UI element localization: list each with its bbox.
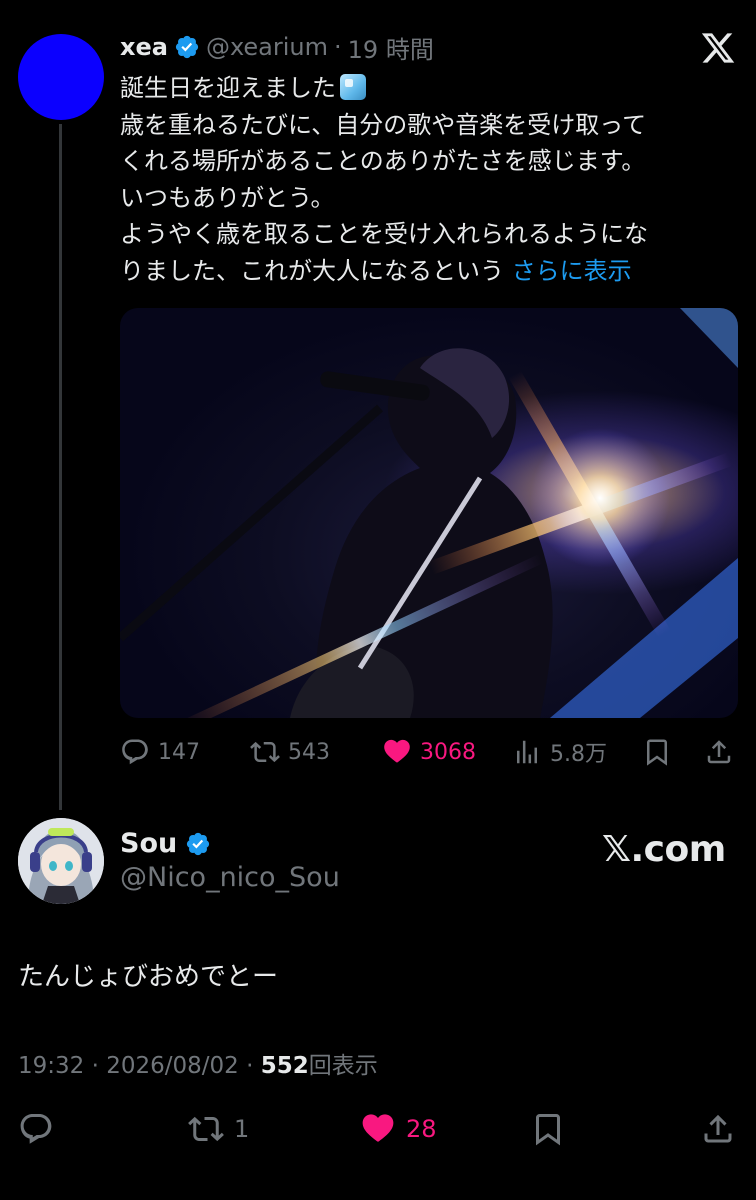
- analytics-icon: [517, 740, 537, 764]
- reply-text: たんじょびおめでとー: [18, 962, 279, 992]
- views-count: 552: [260, 1053, 309, 1079]
- timestamp[interactable]: 19:32: [18, 1053, 84, 1079]
- handle[interactable]: @xearium: [206, 33, 328, 61]
- concert-photo-illustration: [120, 308, 738, 718]
- views-button[interactable]: 5.8万: [512, 735, 607, 769]
- text-line: 誕生日を迎えました: [120, 74, 336, 102]
- x-logo-icon: [701, 33, 735, 63]
- text-line: りました、これが大人になるという: [120, 256, 512, 285]
- text-line: くれる場所があることのありがたさを感じます。: [120, 147, 646, 175]
- bookmark-icon: [536, 1114, 560, 1146]
- tweet-meta: 19:32 · 2026/08/02 · 552回表示: [18, 1046, 378, 1080]
- share-button[interactable]: [700, 1106, 736, 1152]
- verified-badge-icon: [187, 832, 210, 855]
- reply-count: 147: [158, 739, 200, 765]
- ice-cube-emoji-icon: [340, 74, 366, 100]
- handle[interactable]: @Nico_nico_Sou: [120, 862, 340, 893]
- separator: ·: [246, 1053, 254, 1079]
- reply-button[interactable]: 147: [120, 735, 200, 769]
- xcom-watermark: 𝕏.com: [602, 829, 726, 870]
- repost-count: 543: [288, 739, 330, 765]
- share-icon: [704, 1114, 732, 1143]
- avatar[interactable]: [18, 818, 104, 904]
- views-count: 5.8万: [550, 742, 607, 767]
- text-line: ようやく歳を取ることを受け入れられるようにな: [120, 220, 648, 248]
- repost-count: 1: [234, 1115, 250, 1143]
- repost-icon: [250, 741, 280, 763]
- like-button[interactable]: 28: [360, 1106, 437, 1152]
- bookmark-button[interactable]: [642, 735, 672, 769]
- bookmark-button[interactable]: [530, 1106, 566, 1152]
- bookmark-icon: [647, 739, 667, 766]
- share-icon: [707, 740, 731, 764]
- views-label: 回表示: [308, 1053, 378, 1079]
- tweet-photo[interactable]: [120, 308, 738, 718]
- repost-icon: [188, 1116, 224, 1142]
- show-more-link[interactable]: さらに表示: [512, 257, 632, 285]
- like-count: 3068: [420, 739, 476, 765]
- date[interactable]: 2026/08/02: [106, 1053, 239, 1079]
- reply-button[interactable]: [18, 1106, 54, 1152]
- repost-button[interactable]: 543: [250, 735, 330, 769]
- reply-icon: [122, 739, 148, 765]
- reply-icon: [20, 1114, 52, 1144]
- thread-line: [59, 124, 62, 810]
- separator: ·: [91, 1053, 99, 1079]
- share-button[interactable]: [704, 735, 734, 769]
- anime-avatar-illustration: [18, 818, 104, 904]
- heart-filled-icon: [362, 1114, 394, 1142]
- display-name[interactable]: xea: [120, 33, 168, 61]
- separator: ·: [334, 33, 342, 61]
- text-line: いつもありがとう。: [120, 183, 335, 212]
- heart-filled-icon: [384, 739, 410, 763]
- timestamp[interactable]: 19 時間: [348, 30, 434, 65]
- text-line: 歳を重ねるたびに、自分の歌や音楽を受け取って: [120, 110, 647, 139]
- reply-actions: 1 28: [0, 1106, 756, 1152]
- tweet-actions: 147 543 3068 5.8万: [120, 735, 740, 769]
- avatar[interactable]: [18, 34, 104, 120]
- display-name[interactable]: Sou: [120, 828, 177, 859]
- tweet-header: xea @xearium · 19 時間: [120, 30, 434, 64]
- verified-badge-icon: [175, 35, 199, 59]
- tweet-text: 誕生日を迎えました 歳を重ねるたびに、自分の歌や音楽を受け取って くれる場所があ…: [120, 70, 740, 289]
- repost-button[interactable]: 1: [188, 1106, 249, 1152]
- like-button[interactable]: 3068: [382, 735, 476, 769]
- reply-author: Sou: [120, 828, 211, 859]
- like-count: 28: [406, 1115, 437, 1143]
